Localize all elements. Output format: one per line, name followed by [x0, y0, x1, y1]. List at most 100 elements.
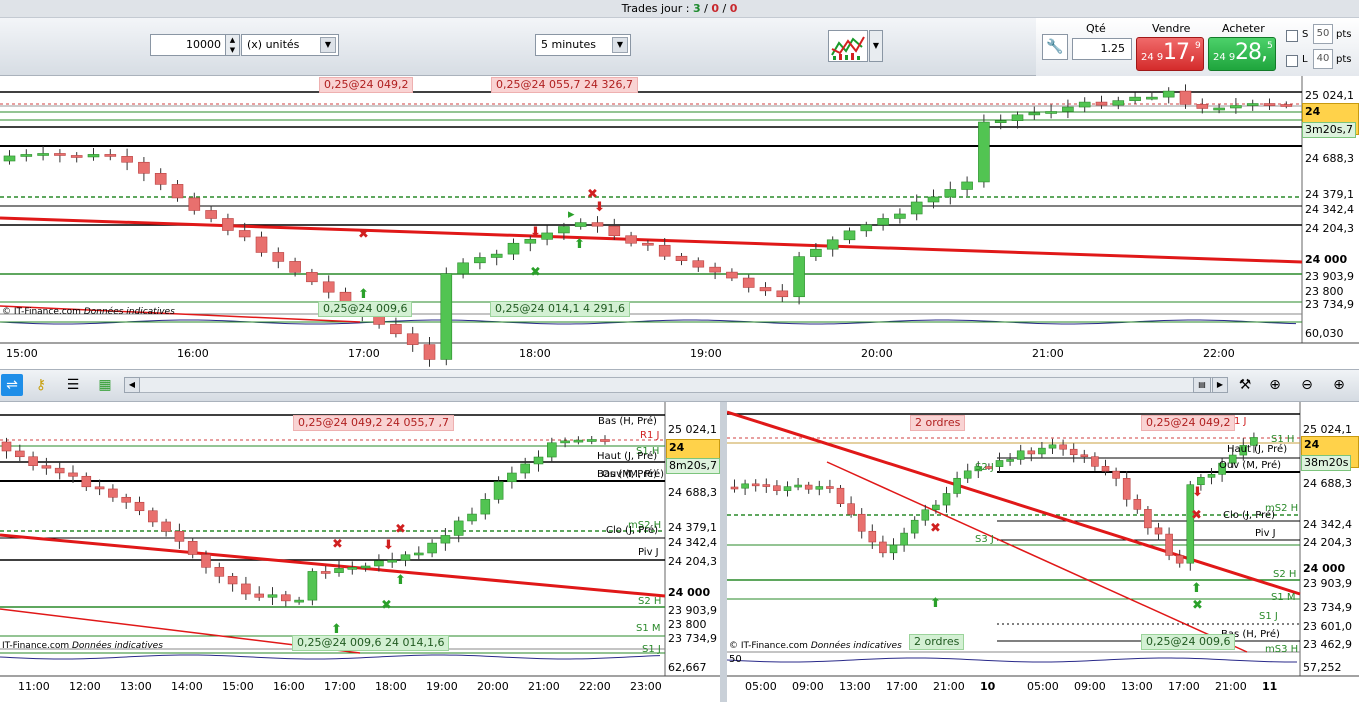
candle [241, 583, 251, 595]
list-icon[interactable]: ☰ [62, 374, 84, 396]
pending-order-sell[interactable]: 0,25@24 049,2 [319, 77, 414, 93]
candle [440, 273, 453, 360]
candle [480, 499, 491, 515]
candle [334, 568, 344, 573]
panel-divider[interactable] [720, 402, 727, 702]
candle [289, 261, 301, 273]
unit-select[interactable]: (x) unités ▼ [241, 34, 339, 56]
pending-order-sell[interactable]: 0,25@24 055,7 24 326,7 [491, 77, 638, 93]
pending-order-buy[interactable]: 0,25@24 009,6 [1141, 634, 1236, 650]
candle [1246, 103, 1259, 106]
chevron-down-icon[interactable]: ▼ [320, 37, 336, 53]
stop-checkbox[interactable] [1286, 30, 1298, 42]
candle [804, 484, 813, 490]
pending-order-sell[interactable]: 0,25@24 049,2 24 055,7 ,7 [293, 415, 454, 431]
candle [995, 460, 1004, 467]
time-label: 23:00 [630, 680, 662, 693]
candle [776, 290, 789, 298]
time-label: 11:00 [18, 680, 50, 693]
level-label: Haut (J, Pré) [1227, 444, 1288, 455]
key-icon[interactable]: ⚷ [30, 374, 52, 396]
time-label: 13:00 [120, 680, 152, 693]
candle [87, 154, 100, 158]
price-label: 23 800 [668, 618, 707, 631]
timeframe-select[interactable]: 5 minutes ▼ [535, 34, 631, 56]
zoom-out-icon[interactable]: ⊖ [1296, 374, 1318, 396]
indicator-chart-icon [831, 36, 865, 60]
candle [1165, 533, 1173, 556]
candle [154, 173, 167, 185]
zoom-fit-icon[interactable]: ⊕ [1264, 374, 1286, 396]
candle [847, 503, 855, 515]
chart-canvas[interactable]: ✖✖✖⬆⬆⬇⬇▸ [0, 76, 1359, 369]
candle [188, 197, 201, 211]
main-chart-panel[interactable]: ✖ ✖ ✖ ⬆ ⬆ ⬇ ⬇ ▸ 15:00 16:00 17:00 18:00 19:00 20:00 21… [0, 76, 1359, 369]
zoom-in-icon[interactable]: ⊕ [1328, 374, 1350, 396]
time-label: 05:00 [1027, 680, 1059, 693]
candle [1263, 103, 1276, 106]
level-label: S2 J [975, 462, 994, 473]
sell-button[interactable]: 24 9 17, 9 [1136, 37, 1204, 71]
level-label: S1 J [1259, 611, 1278, 622]
price-label: 23 903,9 [1305, 270, 1354, 283]
chart-scrollbar[interactable]: ◀ ▤ ▶ [124, 377, 1228, 393]
sell-label: Vendre [1152, 22, 1191, 35]
bottom-right-chart-panel[interactable]: ✖ ✖ ✖ ⬆ ⬆ ⬇ 05:00 09:00 13:00 17:00 21:00 10 05:00 09… [727, 402, 1359, 702]
pending-order-buy[interactable]: 0,25@24 014,1 4 291,6 [490, 301, 630, 317]
candle [493, 481, 504, 500]
limit-points-input[interactable]: 40 [1313, 49, 1333, 69]
candle [889, 544, 898, 554]
stepper-arrows-icon[interactable]: ▲ ▼ [225, 35, 239, 55]
candle [942, 493, 951, 506]
pending-order-buy[interactable]: 0,25@24 009,6 24 014,1,6 [292, 635, 450, 651]
quantity-stepper[interactable]: 10000 ▲ ▼ [150, 34, 240, 56]
candle [205, 210, 217, 219]
pending-order-buy[interactable]: 2 ordres [909, 634, 965, 650]
scroll-thumb-icon[interactable]: ▤ [1193, 377, 1211, 393]
grid-icon[interactable]: ▦ [94, 374, 116, 396]
candle [1162, 90, 1175, 98]
bottom-left-chart-panel[interactable]: ✖ ✖ ✖ ⬆ ⬆ ⬇ 11:00 12:00 13:00 14:00 15:00 16:00 17:0… [0, 402, 720, 702]
candle [1038, 447, 1046, 455]
crosshair-tool-icon[interactable]: ⚒ [1234, 374, 1256, 396]
wrench-icon[interactable]: 🔧 [1042, 34, 1068, 60]
price-label: 23 903,9 [668, 604, 717, 617]
candle [1179, 90, 1192, 105]
indicators-dropdown-icon[interactable]: ▼ [869, 30, 883, 62]
sell-arrow-icon: ⬇ [1192, 485, 1203, 500]
candle [751, 483, 760, 487]
trend-line[interactable] [727, 410, 1301, 596]
chevron-down-icon[interactable]: ▼ [612, 37, 628, 53]
scroll-left-icon[interactable]: ◀ [124, 377, 140, 393]
qty-input[interactable]: 1.25 [1072, 38, 1132, 60]
sell-marker-icon: ✖ [358, 227, 369, 242]
limit-checkbox[interactable] [1286, 55, 1298, 67]
pending-order-sell[interactable]: 0,25@24 049,2 [1141, 415, 1236, 431]
trades-label: Trades jour : [621, 2, 693, 15]
scroll-right-icon[interactable]: ▶ [1212, 377, 1228, 393]
price-label: 24 688,3 [668, 486, 717, 499]
time-label: 17:00 [324, 680, 356, 693]
buy-button[interactable]: 24 9 28, 5 [1208, 37, 1276, 71]
candle [1122, 478, 1131, 500]
candle [574, 222, 587, 227]
share-icon[interactable]: ⇌ [1, 374, 23, 396]
level-label: Piv J [1255, 528, 1276, 539]
time-label: 21:00 [528, 680, 560, 693]
candle [1080, 454, 1089, 458]
candle [826, 239, 839, 250]
buy-label: Acheter [1222, 22, 1265, 35]
pending-order-sell[interactable]: 2 ordres [910, 415, 966, 431]
candle [877, 218, 889, 226]
time-label: 12:00 [69, 680, 101, 693]
time-label: 17:00 [348, 347, 380, 360]
candle-timer: 38m20s [1301, 455, 1352, 471]
candle [121, 496, 131, 503]
pending-order-buy[interactable]: 0,25@24 009,6 [318, 301, 413, 317]
chart-canvas[interactable]: ✖✖✖⬆⬆⬇ [0, 402, 720, 702]
price-label: 24 000 [1305, 253, 1348, 266]
indicators-button[interactable] [828, 30, 868, 62]
candle [783, 486, 792, 491]
price-label: 24 000 [668, 586, 711, 599]
stop-points-input[interactable]: 50 [1313, 24, 1333, 44]
